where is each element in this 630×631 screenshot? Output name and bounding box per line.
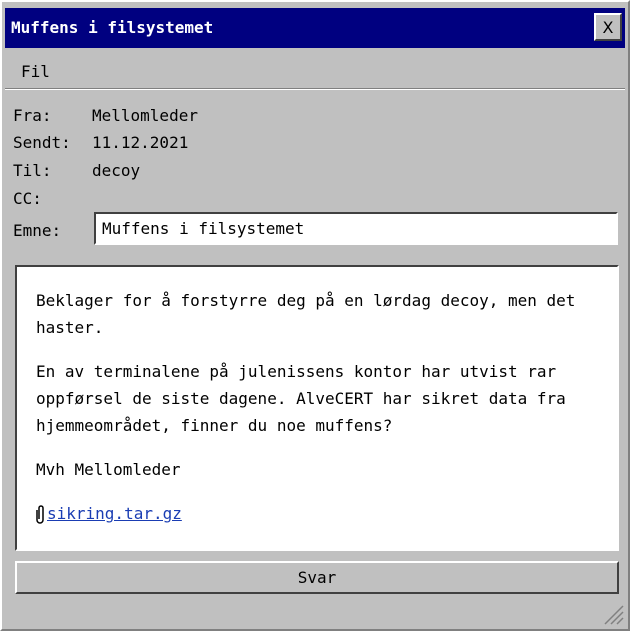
email-window: Muffens i filsystemet X Fil Fra: Melloml…: [0, 0, 630, 631]
message-signature: Mvh Mellomleder: [36, 460, 181, 479]
attachment[interactable]: sikring.tar.gz: [36, 500, 599, 527]
title-bar[interactable]: Muffens i filsystemet X: [5, 8, 625, 48]
menu-bar: Fil: [5, 52, 625, 90]
subject-field[interactable]: Muffens i filsystemet: [94, 212, 618, 245]
cc-label: CC:: [13, 189, 42, 208]
from-value: Mellomleder: [92, 106, 198, 125]
message-paragraph: En av terminalene på julenissens kontor …: [36, 362, 566, 435]
reply-button[interactable]: Svar: [15, 561, 619, 594]
to-label: Til:: [13, 161, 52, 180]
from-label: Fra:: [13, 106, 52, 125]
sent-value: 11.12.2021: [92, 133, 189, 152]
close-button[interactable]: X: [594, 13, 622, 41]
paperclip-icon: [36, 504, 46, 524]
subject-label: Emne:: [13, 221, 62, 240]
message-paragraph: Beklager for å forstyrre deg på en lørda…: [36, 291, 576, 337]
sent-label: Sendt:: [13, 133, 71, 152]
window-title: Muffens i filsystemet: [11, 18, 214, 37]
message-body[interactable]: Beklager for å forstyrre deg på en lørda…: [15, 265, 619, 551]
attachment-link[interactable]: sikring.tar.gz: [47, 500, 182, 527]
to-value: decoy: [92, 161, 141, 180]
menu-item-fil[interactable]: Fil: [21, 62, 50, 81]
resize-grip-icon[interactable]: [602, 603, 624, 625]
